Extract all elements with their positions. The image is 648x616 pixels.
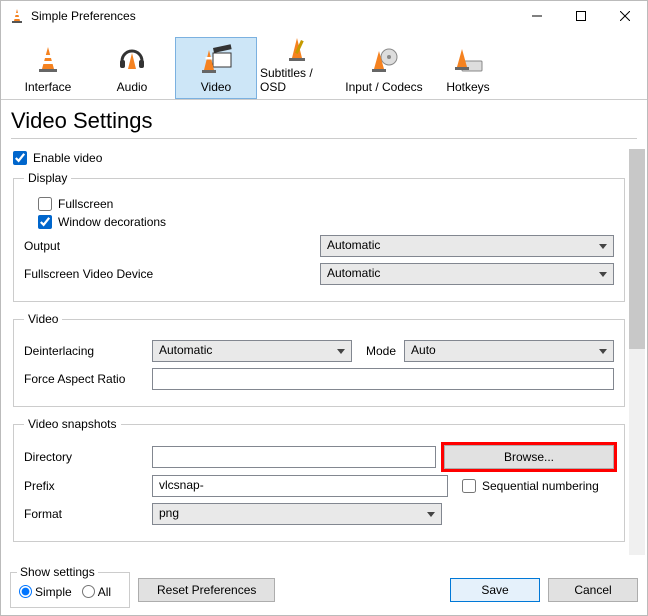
prefs-tabs: Interface Audio Video Subtitles / OSD In…	[1, 31, 647, 100]
pencil-cone-icon	[285, 34, 315, 64]
video-group: Video Deinterlacing Automatic Mode Auto …	[13, 312, 625, 407]
tab-subtitles[interactable]: Subtitles / OSD	[259, 37, 341, 99]
close-button[interactable]	[603, 1, 647, 31]
tab-hotkeys[interactable]: Hotkeys	[427, 37, 509, 99]
fullscreen-device-select[interactable]: Automatic	[320, 263, 614, 285]
directory-label: Directory	[24, 450, 144, 464]
directory-input[interactable]	[152, 446, 436, 468]
divider	[11, 138, 637, 139]
format-select[interactable]: png	[152, 503, 442, 525]
cancel-button[interactable]: Cancel	[548, 578, 638, 602]
display-group: Display Fullscreen Window decorations Ou…	[13, 171, 625, 302]
page-title: Video Settings	[1, 100, 647, 138]
save-button[interactable]: Save	[450, 578, 540, 602]
radio-all[interactable]: All	[82, 585, 111, 599]
tab-video[interactable]: Video	[175, 37, 257, 99]
prefix-input[interactable]: vlcsnap-	[152, 475, 448, 497]
bottom-bar: Show settings Simple All Reset Preferenc…	[0, 570, 648, 616]
window-decorations-checkbox[interactable]: Window decorations	[38, 215, 614, 229]
snapshots-group: Video snapshots Directory Browse... Pref…	[13, 417, 625, 542]
tab-audio[interactable]: Audio	[91, 37, 173, 99]
enable-video-checkbox[interactable]: Enable video	[13, 151, 625, 165]
sequential-checkbox[interactable]: Sequential numbering	[462, 479, 599, 493]
keyboard-cone-icon	[452, 42, 484, 78]
headphones-cone-icon	[116, 42, 148, 78]
output-label: Output	[24, 239, 312, 253]
tab-interface[interactable]: Interface	[7, 37, 89, 99]
force-ar-input[interactable]	[152, 368, 614, 390]
vlc-cone-icon	[9, 8, 25, 24]
deinterlacing-select[interactable]: Automatic	[152, 340, 352, 362]
output-select[interactable]: Automatic	[320, 235, 614, 257]
maximize-button[interactable]	[559, 1, 603, 31]
titlebar: Simple Preferences	[1, 1, 647, 31]
format-label: Format	[24, 507, 144, 521]
scrollbar-thumb[interactable]	[629, 149, 645, 349]
prefix-label: Prefix	[24, 479, 144, 493]
fullscreen-device-label: Fullscreen Video Device	[24, 267, 312, 281]
clapper-cone-icon	[199, 42, 233, 78]
settings-content: Enable video Display Fullscreen Window d…	[1, 145, 647, 554]
browse-button[interactable]: Browse...	[444, 445, 614, 469]
reset-preferences-button[interactable]: Reset Preferences	[138, 578, 275, 602]
fullscreen-checkbox[interactable]: Fullscreen	[38, 197, 614, 211]
minimize-button[interactable]	[515, 1, 559, 31]
radio-simple[interactable]: Simple	[19, 585, 72, 599]
window-title: Simple Preferences	[31, 9, 515, 23]
cone-icon	[34, 45, 62, 75]
disc-cone-icon	[369, 42, 399, 78]
force-ar-label: Force Aspect Ratio	[24, 372, 144, 386]
mode-select[interactable]: Auto	[404, 340, 614, 362]
mode-label: Mode	[366, 344, 396, 358]
show-settings-group: Show settings Simple All	[10, 572, 130, 608]
tab-input-codecs[interactable]: Input / Codecs	[343, 37, 425, 99]
deinterlacing-label: Deinterlacing	[24, 344, 144, 358]
